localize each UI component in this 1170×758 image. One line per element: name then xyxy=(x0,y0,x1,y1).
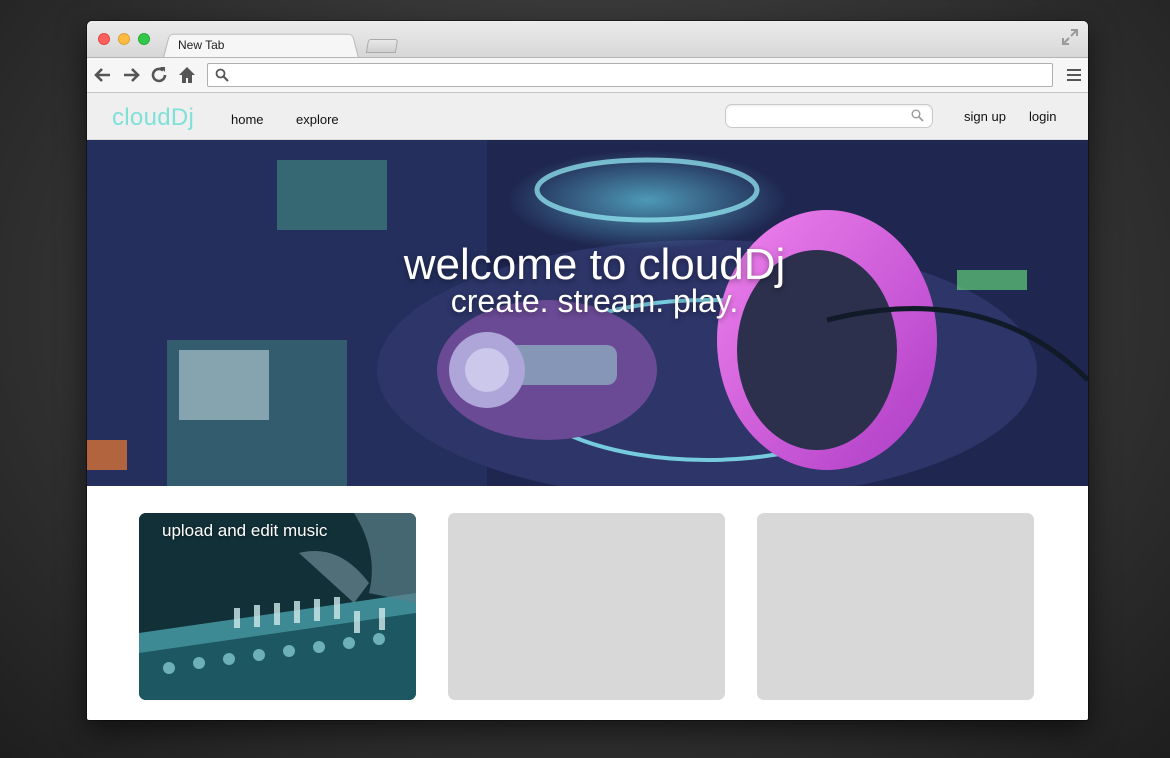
feature-card-placeholder[interactable] xyxy=(757,513,1034,700)
new-tab-button[interactable] xyxy=(365,39,399,53)
sign-up-link[interactable]: sign up xyxy=(964,109,1006,124)
card-title: upload and edit music xyxy=(162,521,328,540)
search-icon xyxy=(215,68,229,87)
hero-banner: welcome to cloudDj create. stream. play. xyxy=(87,140,1088,486)
feature-card-upload[interactable]: upload and edit music xyxy=(139,513,416,700)
address-bar[interactable] xyxy=(207,63,1053,87)
nav-home-link[interactable]: home xyxy=(231,112,264,127)
site-header: cloudDj home explore sign up login xyxy=(87,93,1088,140)
site-search-input[interactable] xyxy=(726,105,906,127)
back-icon[interactable] xyxy=(93,65,113,85)
site-logo[interactable]: cloudDj xyxy=(112,104,194,132)
site-search-box[interactable] xyxy=(725,104,933,128)
tab-title: New Tab xyxy=(178,38,225,52)
feature-card-placeholder[interactable] xyxy=(448,513,725,700)
login-link[interactable]: login xyxy=(1029,109,1056,124)
home-icon[interactable] xyxy=(177,65,197,85)
menu-icon[interactable] xyxy=(1067,69,1081,84)
reload-icon[interactable] xyxy=(149,65,169,85)
zoom-window-button[interactable] xyxy=(138,33,150,45)
forward-icon[interactable] xyxy=(121,65,141,85)
fullscreen-icon[interactable] xyxy=(1062,29,1078,45)
browser-window: New Tab cloudDj home explore sign up log… xyxy=(87,21,1088,720)
hero-subtitle: create. stream. play. xyxy=(450,283,739,319)
mixer-image xyxy=(139,513,416,700)
title-bar: New Tab xyxy=(87,21,1088,58)
minimize-window-button[interactable] xyxy=(118,33,130,45)
nav-explore-link[interactable]: explore xyxy=(296,112,339,127)
close-window-button[interactable] xyxy=(98,33,110,45)
search-icon[interactable] xyxy=(911,109,924,127)
browser-toolbar xyxy=(87,57,1088,93)
